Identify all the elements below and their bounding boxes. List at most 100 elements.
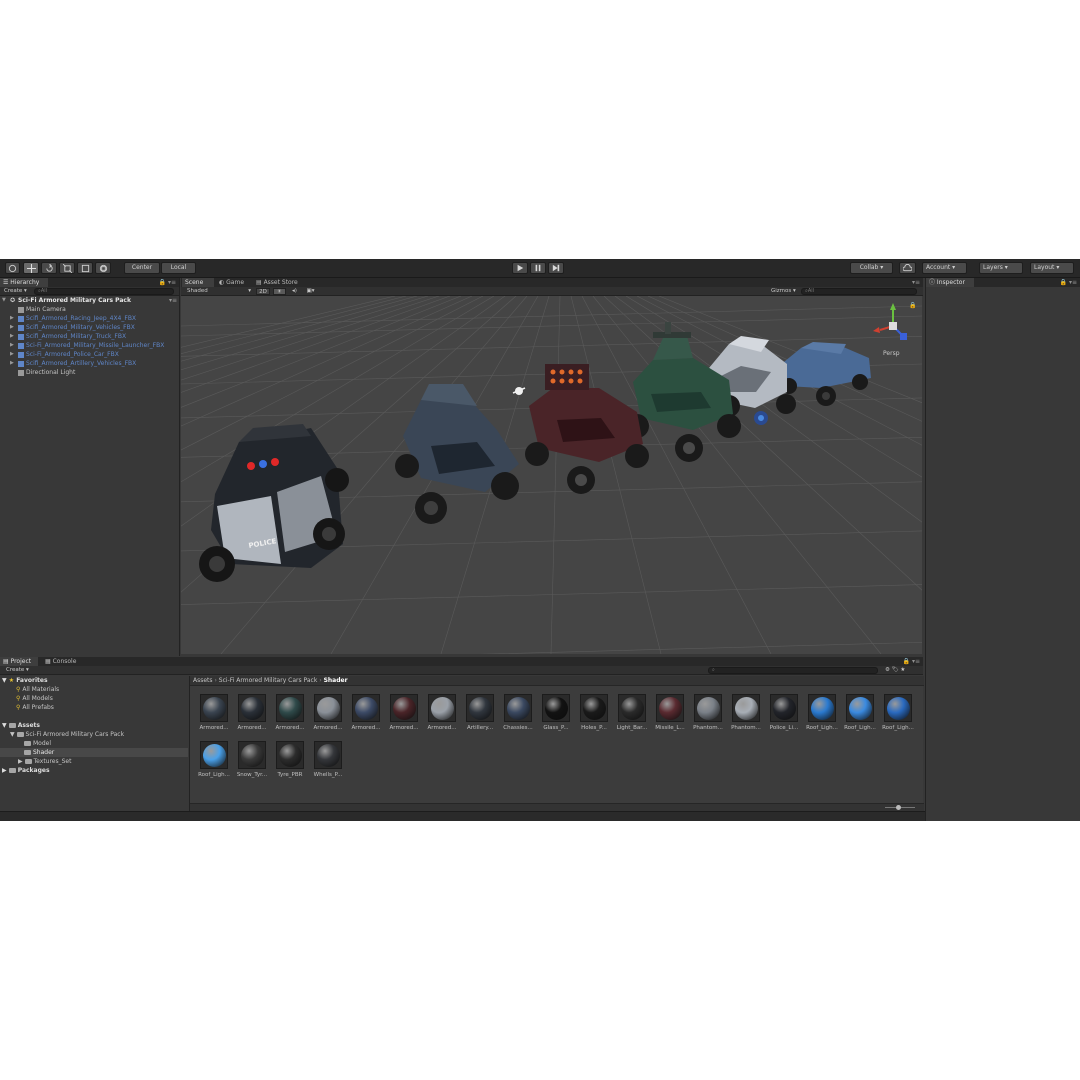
material-asset[interactable]: Light_Bar... [615, 694, 649, 740]
material-asset[interactable]: Missile_L... [653, 694, 687, 740]
filter-type-icon[interactable]: ⚙ [885, 667, 890, 673]
material-asset[interactable]: Armored... [311, 694, 345, 740]
expand-arrow-icon[interactable]: ▶ [10, 341, 14, 350]
project-create-button[interactable]: Create ▾ [6, 667, 29, 674]
hierarchy-menu-icon[interactable]: 🔒 ▾≡ [159, 278, 176, 287]
hierarchy-create-button[interactable]: Create ▾ [4, 288, 27, 295]
scene-menu-icon[interactable]: ▾≡ [169, 296, 177, 305]
hierarchy-item[interactable]: ▶ Sci-Fi_Armored_Military_Missile_Launche… [0, 341, 180, 350]
material-asset[interactable]: Police_Li... [767, 694, 801, 740]
tab-hierarchy[interactable]: ☰ Hierarchy [0, 278, 48, 287]
hierarchy-item[interactable]: ▶ Scifi_Armored_Military_Vehicles_FBX [0, 323, 180, 332]
fav-all-models[interactable]: ⚲ All Models [16, 694, 53, 703]
textures-folder[interactable]: ▶ Textures_Set [18, 757, 71, 766]
material-asset[interactable]: Artillery... [463, 694, 497, 740]
fav-all-prefabs[interactable]: ⚲ All Prefabs [16, 703, 54, 712]
project-menu-icon[interactable]: 🔒 ▾≡ [903, 657, 920, 666]
inspector-menu-icon[interactable]: 🔒 ▾≡ [1060, 278, 1077, 287]
hierarchy-item[interactable]: ▶ Scifi_Armored_Military_Truck_FBX [0, 332, 180, 341]
favorite-star-icon[interactable]: ★ [900, 667, 905, 673]
favorites-header[interactable]: ▼ ★ Favorites [2, 676, 48, 685]
layout-dropdown[interactable]: Layout ▾ [1030, 262, 1074, 274]
tab-game[interactable]: ◐ Game [216, 278, 250, 287]
material-asset[interactable]: Snow_Tyr... [235, 741, 269, 787]
hierarchy-item[interactable]: ▶ Scifi_Armored_Racing_Jeep_4X4_FBX [0, 314, 180, 323]
audio-toggle[interactable]: ◂) [288, 288, 301, 295]
material-asset[interactable]: Phantom... [691, 694, 725, 740]
cloud-button[interactable] [899, 262, 916, 274]
breadcrumb-pack[interactable]: Sci-Fi Armored Military Cars Pack [219, 677, 318, 684]
hierarchy-search-input[interactable]: ⌕All [34, 288, 174, 295]
account-dropdown[interactable]: Account ▾ [922, 262, 967, 274]
packages-folder[interactable]: ▶ Packages [2, 766, 50, 775]
scene-search-input[interactable]: ⌕All [801, 288, 917, 295]
pause-button[interactable] [530, 262, 546, 274]
layers-dropdown[interactable]: Layers ▾ [979, 262, 1023, 274]
move-tool-button[interactable] [23, 262, 39, 274]
persp-label[interactable]: Persp [883, 350, 900, 357]
material-asset[interactable]: Roof_Ligh... [197, 741, 231, 787]
collab-button[interactable]: Collab ▾ [850, 262, 893, 274]
breadcrumb-assets[interactable]: Assets [193, 677, 213, 684]
tab-asset-store[interactable]: ▤ Asset Store [253, 278, 305, 287]
pivot-local-button[interactable]: Local [161, 262, 196, 274]
scene-menu-icon[interactable]: ▾≡ [912, 278, 920, 287]
material-asset[interactable]: Armored... [387, 694, 421, 740]
project-search-input[interactable]: ⌕ [708, 667, 878, 674]
material-asset[interactable]: Armored... [425, 694, 459, 740]
lighting-toggle[interactable]: ☀ [273, 288, 286, 295]
step-button[interactable] [548, 262, 564, 274]
filter-icons[interactable]: ⚙ 🏷 ★ [885, 667, 905, 674]
expand-arrow-icon[interactable]: ▼ [2, 296, 6, 305]
expand-arrow-icon[interactable]: ▶ [10, 323, 14, 332]
material-asset[interactable]: Whells_P... [311, 741, 345, 787]
material-asset[interactable]: Armored... [235, 694, 269, 740]
hand-tool-button[interactable] [5, 262, 20, 274]
hierarchy-item[interactable]: Main Camera [0, 305, 180, 314]
pivot-center-button[interactable]: Center [124, 262, 160, 274]
breadcrumb-shader[interactable]: Shader [324, 677, 348, 684]
play-button[interactable] [512, 262, 528, 274]
expand-arrow-icon[interactable]: ▶ [10, 359, 14, 368]
tab-inspector[interactable]: ⓘ Inspector [926, 278, 974, 287]
material-asset[interactable]: Roof_Ligh... [805, 694, 839, 740]
gizmo-center-cube-icon[interactable] [889, 322, 897, 330]
hierarchy-item[interactable]: ▶ Sci-Fi_Armored_Police_Car_FBX [0, 350, 180, 359]
assets-folder[interactable]: ▼ Assets [2, 721, 40, 730]
model-folder[interactable]: Model [24, 739, 51, 748]
tab-scene[interactable]: Scene [182, 278, 214, 287]
material-asset[interactable]: Chassies... [501, 694, 535, 740]
hierarchy-scene-row[interactable]: ▼ Sci-Fi Armored Military Cars Pack ✪ ▾≡ [0, 296, 180, 305]
effects-toggle[interactable]: ▣▾ [304, 288, 317, 295]
expand-arrow-icon[interactable]: ▶ [10, 314, 14, 323]
scale-tool-button[interactable] [59, 262, 75, 274]
material-asset[interactable]: Holes_P... [577, 694, 611, 740]
shading-mode-dropdown[interactable]: Shaded ▾ [187, 288, 251, 295]
slider-handle[interactable] [896, 805, 901, 810]
hierarchy-item[interactable]: ▶ Scifi_Armored_Artillery_Vehicles_FBX [0, 359, 180, 368]
rotate-tool-button[interactable] [41, 262, 57, 274]
gizmo-lock-icon[interactable]: 🔒 [909, 301, 916, 309]
material-asset[interactable]: Armored... [349, 694, 383, 740]
pack-folder[interactable]: ▼ Sci-Fi Armored Military Cars Pack [10, 730, 124, 739]
hierarchy-item[interactable]: Directional Light [0, 368, 180, 377]
material-asset[interactable]: Roof_Ligh... [881, 694, 915, 740]
expand-arrow-icon[interactable]: ▶ [10, 350, 14, 359]
shader-folder[interactable]: Shader [0, 748, 188, 757]
rect-tool-button[interactable] [77, 262, 93, 274]
material-asset[interactable]: Glass_P... [539, 694, 573, 740]
gizmos-dropdown[interactable]: Gizmos ▾ [771, 288, 796, 295]
tab-console[interactable]: ▦ Console [42, 657, 82, 666]
scene-viewport[interactable]: Persp 🔒 POLICE [181, 296, 922, 654]
expand-arrow-icon[interactable]: ▶ [10, 332, 14, 341]
material-asset[interactable]: Armored... [273, 694, 307, 740]
fav-all-materials[interactable]: ⚲ All Materials [16, 685, 59, 694]
filter-label-icon[interactable]: 🏷 [892, 667, 899, 673]
material-asset[interactable]: Roof_Ligh... [843, 694, 877, 740]
material-asset[interactable]: Phantom... [729, 694, 763, 740]
transform-tool-button[interactable] [95, 262, 111, 274]
2d-toggle[interactable]: 2D [256, 288, 270, 295]
tab-project[interactable]: ▤ Project [0, 657, 38, 666]
material-asset[interactable]: Armored... [197, 694, 231, 740]
z-axis-cone-icon[interactable] [900, 333, 907, 340]
